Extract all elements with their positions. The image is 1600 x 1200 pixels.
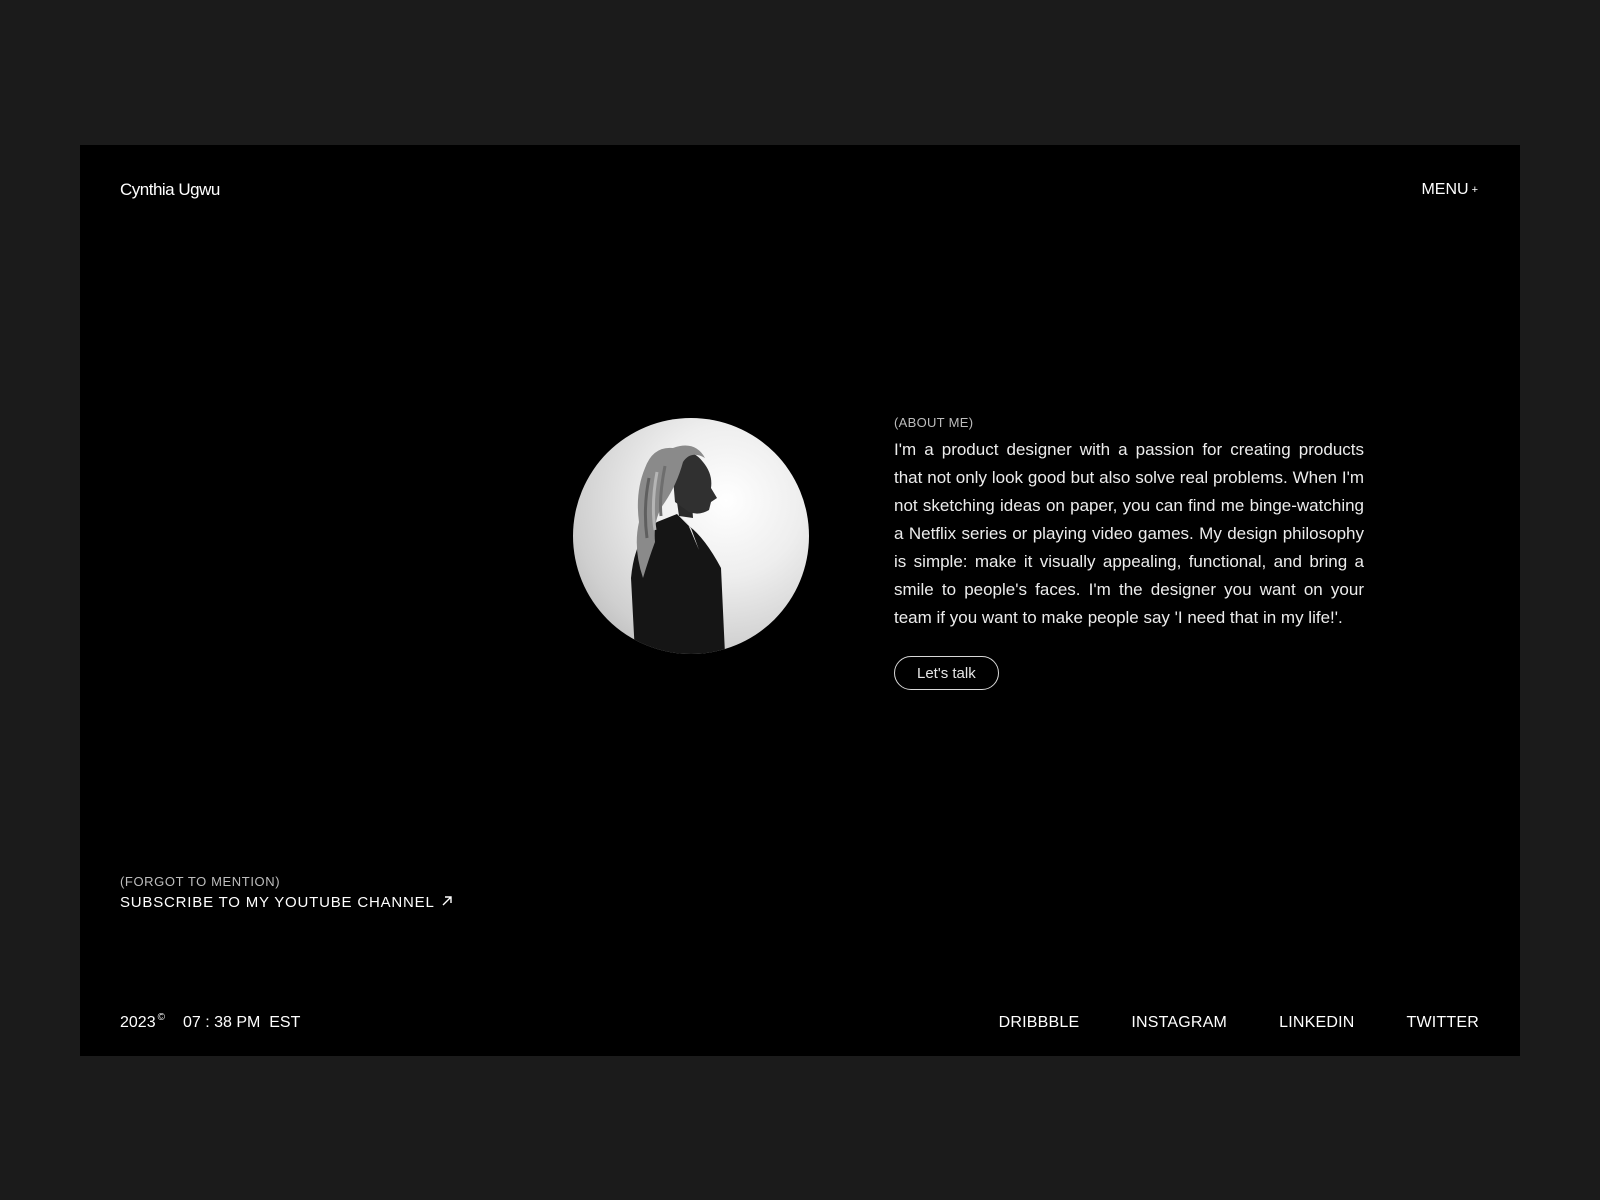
year-text: 2023 xyxy=(120,1014,156,1031)
mention-section: (FORGOT TO MENTION) SUBSCRIBE TO MY YOUT… xyxy=(120,874,453,911)
about-text: I'm a product designer with a passion fo… xyxy=(894,440,1364,627)
about-label: (ABOUT ME) xyxy=(894,415,974,430)
lets-talk-button[interactable]: Let's talk xyxy=(894,656,999,690)
portrait-silhouette xyxy=(631,445,725,654)
menu-label: MENU xyxy=(1421,181,1469,198)
copyright-year: 2023 © xyxy=(120,1012,165,1032)
arrow-up-right-icon xyxy=(441,894,453,911)
youtube-link-label: SUBSCRIBE TO MY YOUTUBE CHANNEL xyxy=(120,894,435,911)
social-link-linkedin[interactable]: LINKEDIN xyxy=(1279,1014,1354,1032)
portfolio-page: Cynthia Ugwu MENU + (ABOUT ME) I'm a pro… xyxy=(80,145,1520,1056)
about-section: (ABOUT ME) I'm a product designer with a… xyxy=(894,415,1364,690)
social-link-dribbble[interactable]: DRIBBBLE xyxy=(999,1014,1080,1032)
youtube-subscribe-link[interactable]: SUBSCRIBE TO MY YOUTUBE CHANNEL xyxy=(120,894,453,911)
social-links: DRIBBBLE INSTAGRAM LINKEDIN TWITTER xyxy=(999,1014,1479,1032)
footer-meta: 2023 © 07 : 38 PM EST xyxy=(120,1012,301,1032)
mention-label: (FORGOT TO MENTION) xyxy=(120,874,281,889)
social-link-twitter[interactable]: TWITTER xyxy=(1407,1014,1480,1032)
profile-photo xyxy=(573,418,809,654)
copyright-icon: © xyxy=(157,1012,165,1023)
social-link-instagram[interactable]: INSTAGRAM xyxy=(1131,1014,1227,1032)
brand-name[interactable]: Cynthia Ugwu xyxy=(120,180,220,200)
plus-icon: + xyxy=(1471,183,1478,196)
menu-button[interactable]: MENU + xyxy=(1421,181,1478,199)
local-time: 07 : 38 PM EST xyxy=(182,1014,301,1031)
